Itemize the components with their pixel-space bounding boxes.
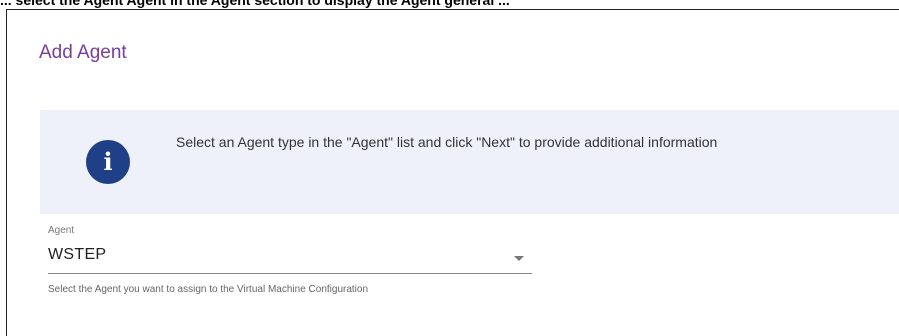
cropped-caption-text: ... select the Agent Agent in the Agent … (0, 0, 510, 8)
info-icon: i (86, 140, 130, 184)
agent-field-label: Agent (48, 225, 75, 236)
agent-helper-text: Select the Agent you want to assign to t… (48, 284, 369, 295)
info-banner: i Select an Agent type in the "Agent" li… (40, 110, 899, 214)
info-message: Select an Agent type in the "Agent" list… (176, 134, 718, 150)
agent-select[interactable]: WSTEP (48, 239, 532, 274)
agent-select-value: WSTEP (48, 246, 107, 263)
agent-field: Agent WSTEP Select the Agent you want to… (48, 225, 532, 295)
dialog-title: Add Agent (39, 42, 127, 63)
cropped-caption-strip: ... select the Agent Agent in the Agent … (0, 0, 899, 8)
add-agent-dialog: Add Agent i Select an Agent type in the … (6, 9, 899, 336)
chevron-down-icon[interactable] (514, 256, 524, 261)
